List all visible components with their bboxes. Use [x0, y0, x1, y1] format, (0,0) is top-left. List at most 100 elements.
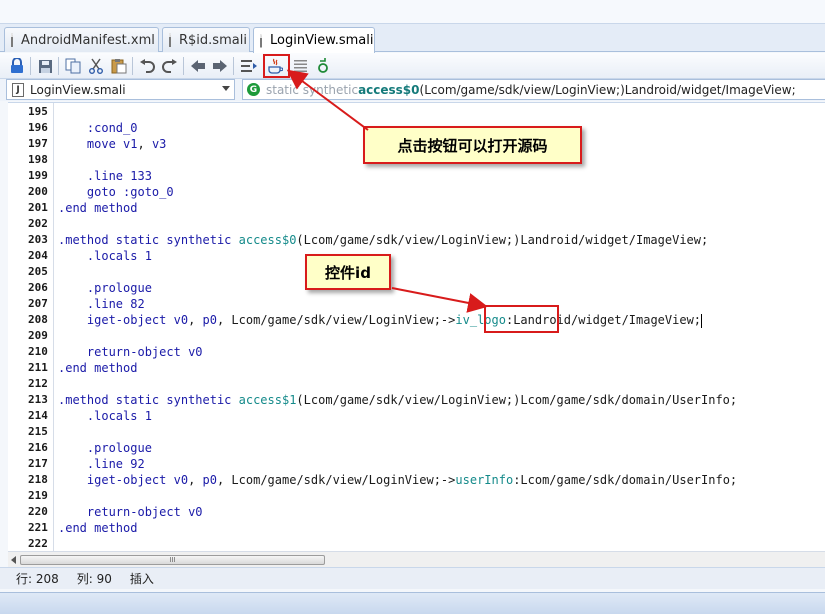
code-line[interactable]: 199 .line 133 — [8, 168, 825, 184]
code-line[interactable]: 200 goto :goto_0 — [8, 184, 825, 200]
redo-icon[interactable] — [161, 57, 179, 75]
code-line[interactable]: 213 .method static synthetic access$1(Lco… — [8, 392, 825, 408]
tab-rid-smali[interactable]: R$id.smali — [162, 27, 250, 52]
code-token: 92 — [130, 457, 145, 471]
code-token: return-object — [86, 505, 189, 519]
code-token: , Lcom/game/sdk/view/LoginView;-> — [216, 313, 456, 327]
code-token: v0 — [188, 345, 203, 359]
code-token: iget-object — [86, 473, 174, 487]
tab-android-manifest[interactable]: AndroidManifest.xml — [4, 27, 159, 52]
code-text: .method static synthetic access$0(Lcom/g… — [58, 232, 708, 248]
code-token: .end method — [58, 361, 138, 375]
copy-icon[interactable] — [64, 57, 82, 75]
undo-icon[interactable] — [138, 57, 156, 75]
code-line[interactable]: 210 return-object v0 — [8, 344, 825, 360]
code-line[interactable]: 220 return-object v0 — [8, 504, 825, 520]
line-number: 211 — [28, 361, 48, 374]
window-top-strip — [0, 0, 825, 24]
code-token: v0 — [173, 473, 189, 487]
outline-icon[interactable] — [240, 57, 258, 75]
bottom-panel-bar — [0, 592, 825, 614]
line-number: 217 — [28, 457, 48, 470]
scroll-left-icon[interactable] — [11, 556, 16, 564]
line-number: 202 — [28, 217, 48, 230]
code-text: return-object v0 — [58, 344, 203, 360]
code-token: p0 — [202, 473, 217, 487]
code-line[interactable]: 218 iget-object v0, p0, Lcom/game/sdk/vi… — [8, 472, 825, 488]
code-text: .end method — [58, 200, 137, 216]
status-bar: 行: 208 列: 90 插入 — [0, 567, 825, 589]
tab-loginview-smali[interactable]: LoginView.smali — [253, 27, 375, 53]
line-number: 209 — [28, 329, 48, 342]
line-number: 203 — [28, 233, 48, 246]
code-text: .prologue — [58, 280, 152, 296]
document-icon — [169, 33, 171, 47]
method-select[interactable]: G static synthetic access$0 (Lcom/game/s… — [242, 79, 825, 100]
code-text: goto :goto_0 — [58, 184, 174, 200]
code-token: v0 — [173, 313, 189, 327]
code-token: move — [86, 137, 124, 151]
forward-icon[interactable] — [211, 57, 229, 75]
code-line[interactable]: 195 — [8, 104, 825, 120]
code-line[interactable]: 208 iget-object v0, p0, Lcom/game/sdk/vi… — [8, 312, 825, 328]
cut-icon[interactable] — [87, 57, 105, 75]
code-line[interactable]: 203 .method static synthetic access$0(Lco… — [8, 232, 825, 248]
code-line[interactable]: 221 .end method — [8, 520, 825, 536]
code-token: p0 — [202, 313, 217, 327]
code-line[interactable]: 209 — [8, 328, 825, 344]
control-id-callout-text: 控件id — [325, 263, 371, 282]
code-text: .locals 1 — [58, 248, 152, 264]
code-line[interactable]: 201 .end method — [8, 200, 825, 216]
code-token: v3 — [151, 137, 167, 151]
line-number: 219 — [28, 489, 48, 502]
code-line[interactable]: 215 — [8, 424, 825, 440]
code-token: .locals — [86, 409, 145, 423]
line-number: 196 — [28, 121, 48, 134]
line-number: 201 — [28, 201, 48, 214]
code-line[interactable]: 211 .end method — [8, 360, 825, 376]
code-line[interactable]: 206 .prologue — [8, 280, 825, 296]
code-line[interactable]: 212 — [8, 376, 825, 392]
code-line[interactable]: 214 .locals 1 — [8, 408, 825, 424]
lock-icon[interactable] — [8, 57, 26, 75]
code-text: .end method — [58, 360, 137, 376]
code-token: .method static synthetic — [58, 233, 239, 247]
code-text: .line 92 — [58, 456, 145, 472]
line-number: 214 — [28, 409, 48, 422]
horizontal-scrollbar[interactable]: III — [8, 551, 825, 567]
method-name: access$0 — [358, 82, 420, 97]
code-line[interactable]: 216 .prologue — [8, 440, 825, 456]
code-line[interactable]: 202 — [8, 216, 825, 232]
back-icon[interactable] — [189, 57, 207, 75]
list-icon[interactable] — [292, 57, 310, 75]
code-line[interactable]: 222 — [8, 536, 825, 551]
code-line[interactable]: 217 .line 92 — [8, 456, 825, 472]
code-text: .end method — [58, 520, 137, 536]
code-line[interactable]: 205 — [8, 264, 825, 280]
scroll-thumb[interactable]: III — [20, 555, 325, 565]
line-number: 204 — [28, 249, 48, 262]
code-token: , — [137, 137, 152, 151]
save-icon[interactable] — [36, 57, 54, 75]
code-editor[interactable]: 195 196 :cond_0 197 move v1, v3 198 199 .lin… — [8, 102, 825, 551]
code-line[interactable]: 207 .line 82 — [8, 296, 825, 312]
code-text: :cond_0 — [58, 120, 138, 136]
code-line[interactable]: 219 — [8, 488, 825, 504]
refresh-icon[interactable] — [314, 57, 332, 75]
status-column: 列: 90 — [76, 572, 112, 586]
line-number: 213 — [28, 393, 48, 406]
code-token: 82 — [130, 297, 145, 311]
code-line[interactable]: 204 .locals 1 — [8, 248, 825, 264]
tab-label: AndroidManifest.xml — [21, 32, 155, 48]
code-token: .locals — [86, 249, 145, 263]
file-select[interactable]: J LoginView.smali — [6, 79, 235, 100]
code-token: .method static synthetic — [58, 393, 239, 407]
paste-icon[interactable] — [110, 57, 128, 75]
method-modifiers: static synthetic — [266, 82, 359, 97]
line-number: 198 — [28, 153, 48, 166]
code-text: return-object v0 — [58, 504, 203, 520]
